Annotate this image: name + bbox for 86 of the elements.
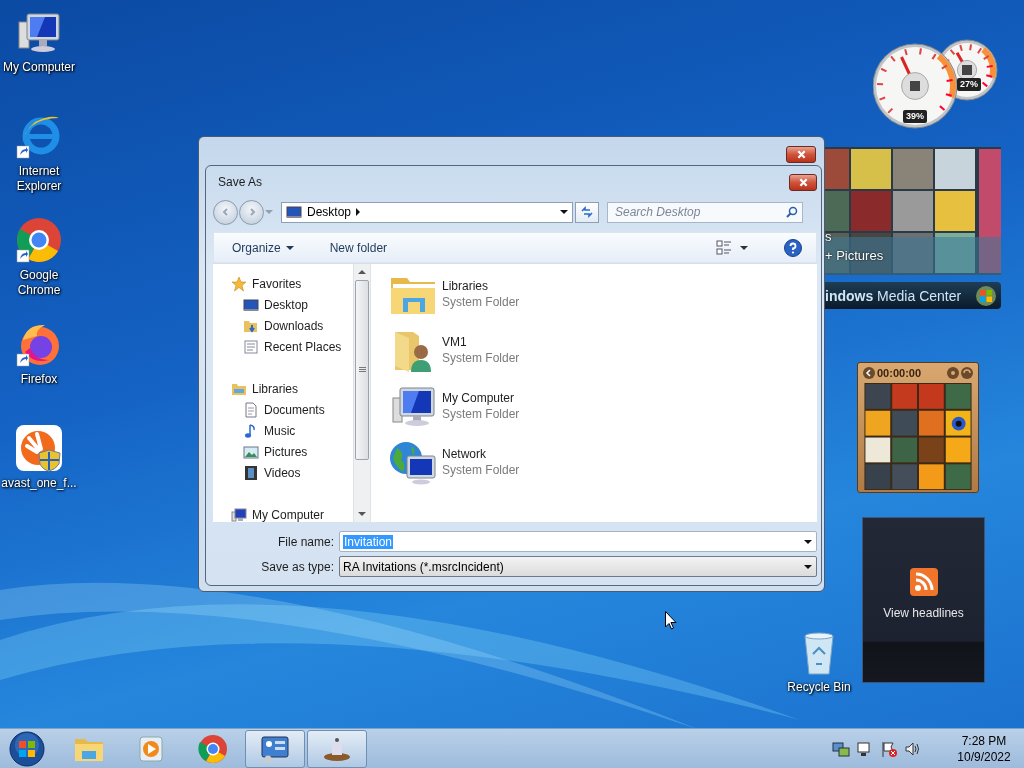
document-icon	[243, 401, 259, 418]
recent-icon	[243, 338, 259, 355]
windows-orb-icon	[9, 730, 45, 767]
shield-badge-icon[interactable]	[15, 424, 63, 472]
toolbar-button[interactable]: Organize	[226, 237, 300, 258]
nav-item[interactable]: Videos	[213, 462, 353, 483]
folder-item[interactable]: Network System Folder	[389, 434, 799, 490]
nav-item[interactable]: Documents	[213, 399, 353, 420]
caret-icon	[740, 245, 748, 250]
back-icon[interactable]	[863, 366, 875, 379]
search-field[interactable]: Search Desktop	[607, 201, 803, 223]
nav-item[interactable]: Recent Places	[213, 336, 353, 357]
clock[interactable]: 7:28 PM 10/9/2022	[952, 732, 1016, 765]
folder-item[interactable]: Libraries System Folder	[389, 266, 799, 322]
caret-icon	[804, 539, 812, 544]
close-icon	[796, 150, 806, 159]
icon-label: Google Chrome	[16, 268, 62, 298]
film-icon	[243, 464, 259, 481]
help-icon[interactable]	[947, 366, 959, 379]
help-icon[interactable]	[784, 238, 802, 257]
item-type: System Folder	[442, 463, 520, 477]
monitor-icon	[286, 204, 302, 220]
pointer-icon	[665, 611, 677, 630]
start-button[interactable]	[8, 729, 46, 768]
nav-item[interactable]: Favorites	[213, 273, 353, 294]
item-name: Network	[442, 447, 487, 461]
address-bar[interactable]: Desktop	[281, 201, 573, 223]
field-label: Save as type:	[260, 559, 334, 574]
save-type-dropdown[interactable]: RA Invitations (*.msrcIncident)	[339, 556, 817, 577]
caret-icon	[285, 245, 294, 250]
close-icon	[798, 177, 808, 187]
flag-icon[interactable]	[880, 739, 898, 758]
nav-item[interactable]: Pictures	[213, 441, 353, 462]
item-type: System Folder	[442, 295, 520, 309]
caret-icon	[804, 564, 812, 569]
chevron-icon	[356, 208, 361, 216]
rss-icon	[909, 568, 938, 596]
folder-item[interactable]: My Computer System Folder	[389, 378, 799, 434]
nav-item[interactable]: Downloads	[213, 315, 353, 336]
grip-icon	[358, 367, 366, 373]
nav-item[interactable]: Desktop	[213, 294, 353, 315]
windows-orb-icon	[975, 284, 997, 307]
item-type: System Folder	[442, 407, 520, 421]
item-name: My Computer	[442, 391, 516, 405]
tricolor-circle-icon[interactable]	[15, 216, 63, 264]
field-label: File name:	[276, 534, 334, 549]
caret-icon	[560, 210, 568, 214]
caret-up-icon	[358, 270, 366, 274]
toolbar-button[interactable]: New folder	[323, 237, 394, 258]
close-button[interactable]	[786, 146, 816, 163]
icon-label: Firefox	[19, 372, 59, 387]
refresh-button[interactable]	[575, 201, 599, 223]
taskbar-app[interactable]	[307, 729, 367, 768]
network-icon[interactable]	[832, 739, 850, 758]
refresh-icon	[580, 206, 594, 218]
view-icon[interactable]	[716, 239, 732, 256]
menu-text[interactable]: + Pictures	[825, 248, 884, 263]
cpu-reading: 39%	[903, 110, 927, 123]
memory-reading: 27%	[957, 78, 981, 91]
image-icon	[243, 443, 259, 460]
timer: 00:00:00	[877, 366, 923, 379]
nav-item[interactable]: Music	[213, 420, 353, 441]
taskbar-app[interactable]	[245, 729, 305, 768]
icon-label: avast_one_f...	[1, 476, 77, 491]
caret-icon	[358, 512, 366, 516]
icon-label: Internet Explorer	[15, 164, 63, 194]
nav-item[interactable]: My Computer	[213, 504, 353, 522]
star-icon	[231, 275, 247, 292]
window-title: Save As	[218, 175, 263, 189]
icon-label: My Computer	[2, 60, 76, 75]
menu-text[interactable]: s	[825, 229, 832, 244]
view-headlines-link[interactable]: View headlines	[883, 606, 964, 620]
computer-icon	[231, 506, 247, 522]
item-name: Libraries	[442, 279, 490, 293]
scrollbar-thumb[interactable]	[355, 280, 369, 460]
item-name: VM1	[442, 335, 468, 349]
close-button[interactable]	[789, 173, 817, 191]
search-icon	[786, 205, 798, 218]
history-caret-icon	[265, 210, 273, 214]
nav-item[interactable]: Libraries	[213, 378, 353, 399]
monitor-icon	[243, 296, 259, 313]
item-type: System Folder	[442, 351, 520, 365]
tricolor-circle-icon	[197, 732, 229, 765]
gadget-title: indows Media Center	[825, 287, 962, 304]
icon-label: Recycle Bin	[786, 680, 852, 695]
folder-item[interactable]: VM1 System Folder	[389, 322, 799, 378]
